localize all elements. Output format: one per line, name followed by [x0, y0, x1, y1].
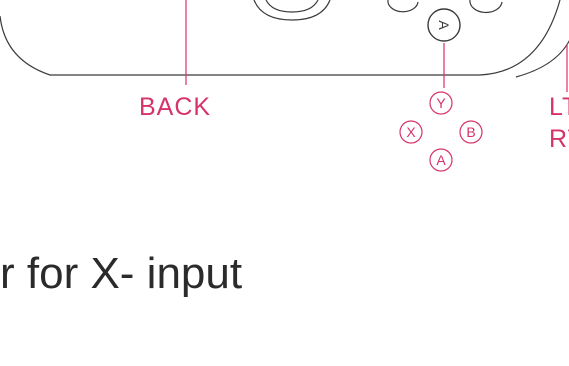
left-stick-outline	[253, 0, 331, 21]
left-stick-inner	[265, 0, 319, 13]
legend-b-letter: B	[466, 124, 475, 140]
face-button-legend: Y X B A	[399, 91, 483, 172]
legend-x-letter: X	[406, 124, 416, 140]
controller-a-button-letter: A	[436, 20, 452, 30]
legend-a-letter: A	[436, 152, 446, 168]
face-button-partial-left	[387, 0, 419, 13]
controller-illustration: A Y X B A	[0, 0, 569, 172]
page-caption: r for X- input	[0, 249, 243, 298]
back-label: BACK	[139, 93, 212, 121]
controller-body-outline	[0, 0, 561, 76]
controller-right-edge	[515, 39, 569, 78]
lt-label: LT	[549, 93, 569, 121]
rt-label: RT	[549, 125, 569, 153]
legend-y-letter: Y	[436, 95, 446, 111]
face-button-partial-right	[469, 0, 503, 14]
controller-diagram: A Y X B A BACK LT RT r for X- input	[0, 0, 569, 366]
